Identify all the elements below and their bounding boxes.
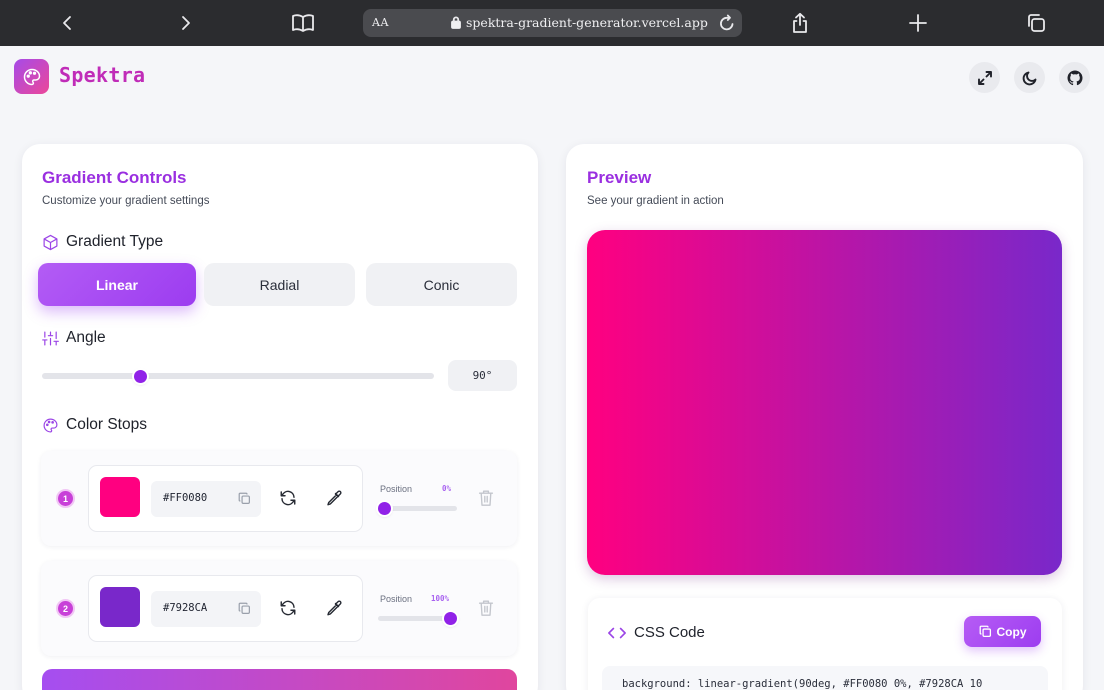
palette-icon [43,418,58,432]
css-code-card: CSS Code Copy background: linear-gradien… [588,598,1062,690]
controls-subtitle: Customize your gradient settings [42,195,210,207]
gradient-type-label: Gradient Type [66,233,164,250]
code-icon [608,627,626,638]
book-icon [292,14,314,32]
color-stop-row: 2 #7928CA Position 100% [41,561,517,656]
css-code-text: background: linear-gradient(90deg, #FF00… [622,678,983,690]
color-swatch[interactable] [100,587,140,627]
palette-icon [23,68,40,85]
app-name: Spektra [59,63,146,87]
position-slider-thumb[interactable] [378,502,391,515]
expand-icon [977,70,992,85]
color-stop-row: 1 #FF0080 Position 0% [41,451,517,546]
hex-input[interactable]: #FF0080 [151,481,261,517]
theme-toggle-button[interactable] [1014,62,1045,93]
bookmarks-button[interactable] [289,9,317,37]
copy-icon [979,625,991,638]
angle-label: Angle [66,329,106,346]
copy-label: Copy [996,624,1027,639]
eyedropper-icon[interactable] [325,599,343,622]
copy-hex-icon[interactable] [238,492,251,510]
browser-toolbar: AA spektra-gradient-generator.vercel.app [0,0,1104,46]
position-label: Position [380,484,413,494]
text-size-button[interactable]: AA [372,16,389,29]
forward-button[interactable] [171,9,199,37]
color-swatch[interactable] [100,477,140,517]
angle-value-field[interactable]: 90° [448,360,517,391]
stop-color-editor: #FF0080 [88,465,363,532]
stop-index-badge: 1 [56,489,75,508]
url-text: spektra-gradient-generator.vercel.app [466,15,708,30]
add-color-stop-button[interactable] [42,669,517,690]
hex-value: #7928CA [163,602,208,614]
angle-slider[interactable] [42,373,434,379]
copy-css-button[interactable]: Copy [964,616,1041,647]
delete-stop-icon[interactable] [478,489,494,512]
tabs-button[interactable] [1022,9,1050,37]
share-button[interactable] [786,9,814,37]
angle-slider-thumb[interactable] [133,370,147,383]
new-tab-button[interactable] [904,9,932,37]
css-code-heading: CSS Code [608,624,705,641]
gradient-controls-panel: Gradient Controls Customize your gradien… [22,144,538,690]
cube-icon [43,234,58,250]
color-stops-heading: Color Stops [42,416,147,434]
position-value: 0% [442,484,452,493]
chevron-left-icon [63,16,71,30]
preview-subtitle: See your gradient in action [587,195,724,207]
tabs-icon [1028,14,1045,32]
css-code-block[interactable]: background: linear-gradient(90deg, #FF00… [602,666,1048,690]
css-code-label: CSS Code [634,624,705,641]
hex-input[interactable]: #7928CA [151,591,261,627]
preview-panel: Preview See your gradient in action CSS … [566,144,1083,690]
randomize-icon[interactable] [279,489,297,512]
type-linear-button[interactable]: Linear [38,263,196,306]
back-button[interactable] [54,9,82,37]
github-icon [1067,70,1082,85]
chevron-right-icon [182,16,190,30]
fullscreen-button[interactable] [969,62,1000,93]
gradient-type-heading: Gradient Type [42,233,163,251]
moon-icon [1022,71,1036,85]
type-radial-button[interactable]: Radial [204,263,355,306]
position-value: 100% [431,594,450,603]
controls-title: Gradient Controls [42,168,187,187]
github-button[interactable] [1059,62,1090,93]
color-stops-label: Color Stops [66,416,147,433]
gradient-preview [587,230,1062,575]
sliders-icon [42,331,59,345]
address-bar[interactable]: AA spektra-gradient-generator.vercel.app [363,9,742,37]
type-conic-button[interactable]: Conic [366,263,517,306]
app-logo[interactable] [14,59,49,94]
position-label: Position [380,594,413,604]
angle-heading: Angle [42,329,106,347]
preview-title: Preview [587,168,652,187]
share-icon [793,12,807,33]
stop-color-editor: #7928CA [88,575,363,642]
delete-stop-icon[interactable] [478,599,494,622]
stop-index-badge: 2 [56,599,75,618]
eyedropper-icon[interactable] [325,489,343,512]
reload-icon[interactable] [719,14,735,37]
lock-icon [451,16,461,34]
randomize-icon[interactable] [279,599,297,622]
plus-icon [909,14,927,32]
copy-hex-icon[interactable] [238,602,251,620]
position-slider-thumb[interactable] [444,612,457,625]
hex-value: #FF0080 [163,492,208,504]
